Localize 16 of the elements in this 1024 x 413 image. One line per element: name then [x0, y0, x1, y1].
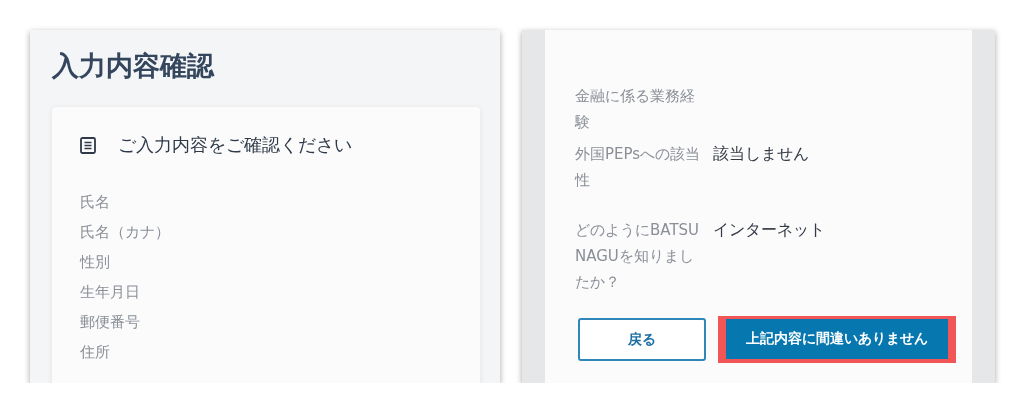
field-label: 外国PEPsへの該当性	[575, 144, 701, 191]
field-label: 金融に係る業務経験	[575, 86, 696, 133]
field-label: 住所	[80, 342, 111, 363]
back-button[interactable]: 戻る	[578, 318, 706, 361]
field-label: 生年月日	[80, 282, 141, 303]
page-title: 入力内容確認	[52, 49, 216, 83]
field-label: 性別	[80, 252, 111, 273]
field-value: インターネット	[713, 219, 825, 241]
field-label: 郵便番号	[80, 312, 141, 333]
field-label: 氏名	[80, 192, 111, 213]
field-value: 該当しません	[713, 143, 809, 165]
confirm-button[interactable]: 上記内容に間違いありません	[726, 319, 948, 359]
field-label: どのようにBATSUNAGUを知りましたか？	[575, 220, 701, 293]
card-title: ご入力内容をご確認ください	[118, 133, 352, 157]
field-label: 氏名（カナ）	[80, 222, 171, 243]
document-icon	[80, 136, 96, 154]
